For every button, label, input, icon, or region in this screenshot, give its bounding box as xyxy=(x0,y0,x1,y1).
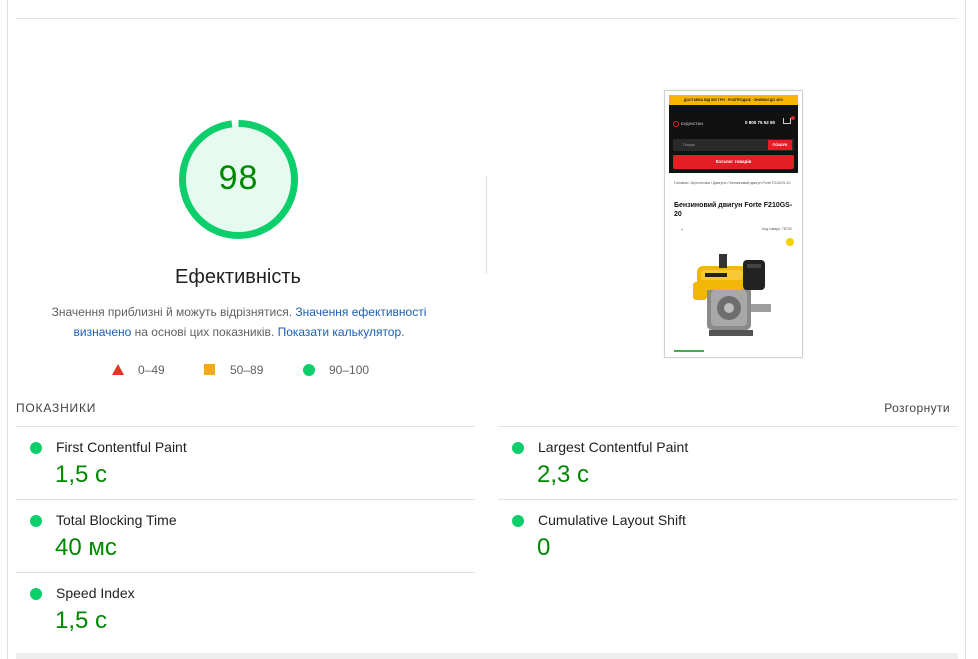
green-circle-icon xyxy=(512,442,524,454)
legend-label: 50–89 xyxy=(230,363,264,377)
score-description: Значення приблизні й можуть відрізнятися… xyxy=(40,302,438,342)
legend-label: 90–100 xyxy=(329,363,370,377)
product-title: Бензиновий двигун Forte F210GS-20 xyxy=(674,202,793,218)
description-text: Значення приблизні й можуть відрізнятися… xyxy=(51,305,296,319)
green-circle-icon xyxy=(512,515,524,527)
show-calculator-link[interactable]: Показати калькулятор xyxy=(278,325,402,339)
green-circle-icon xyxy=(30,588,42,600)
metric-speed-index: Speed Index 1,5 с xyxy=(16,572,475,645)
metric-value: 0 xyxy=(537,534,551,561)
metrics-heading: ПОКАЗНИКИ xyxy=(16,401,97,415)
metric-first-contentful-paint: First Contentful Paint 1,5 с xyxy=(16,426,475,499)
vertical-divider xyxy=(486,176,487,274)
green-circle-icon xyxy=(30,442,42,454)
page-screenshot-thumbnail[interactable]: ДОСТАВКА ВІД 500 ГРН · РОЗПРОДАЖ · ЗНИЖК… xyxy=(664,90,803,358)
metric-name: Cumulative Layout Shift xyxy=(538,512,686,528)
site-search-placeholder: Пошук xyxy=(683,142,696,147)
metric-name: Total Blocking Time xyxy=(56,512,177,528)
metric-value: 2,3 с xyxy=(537,461,590,488)
metric-name: Largest Contentful Paint xyxy=(538,439,689,455)
site-breadcrumbs: Головна / Агротехніка / Двигуни / Бензин… xyxy=(674,181,791,185)
metric-value: 1,5 с xyxy=(55,607,108,634)
engine-product-icon xyxy=(693,254,771,336)
logo-icon xyxy=(673,121,679,127)
expand-metrics-toggle[interactable]: Розгорнути xyxy=(870,401,950,415)
gauge-title: Ефективність xyxy=(175,266,301,288)
metric-cumulative-layout-shift: Cumulative Layout Shift 0 xyxy=(498,499,958,572)
performance-score: 98 xyxy=(218,159,259,197)
cart-icon xyxy=(783,118,791,124)
top-divider xyxy=(16,18,958,19)
description-text: на основі цих показників. xyxy=(131,325,278,339)
reviews-count: 0 xyxy=(681,228,683,232)
metric-value: 1,5 с xyxy=(55,461,108,488)
bottom-section-edge xyxy=(16,653,958,659)
description-text: . xyxy=(401,325,405,339)
site-search-button: ПОШУК xyxy=(768,140,792,150)
product-badge-icon xyxy=(786,238,794,246)
green-circle-icon xyxy=(30,515,42,527)
orange-square-icon xyxy=(204,364,215,375)
product-code: Код товару: 78726 xyxy=(762,227,792,231)
metric-value: 40 мс xyxy=(55,534,117,561)
green-circle-icon xyxy=(303,364,315,376)
site-logo: БУДІНСТАН xyxy=(681,121,704,126)
cart-badge xyxy=(791,116,795,120)
stock-indicator xyxy=(674,350,704,352)
red-triangle-icon xyxy=(112,364,124,375)
performance-gauge: 98 xyxy=(178,119,299,240)
metric-name: First Contentful Paint xyxy=(56,439,187,455)
catalog-button: Каталог товарів xyxy=(673,155,794,169)
phone-number: 0 800 75 52 50 xyxy=(745,120,776,125)
promo-bar: ДОСТАВКА ВІД 500 ГРН · РОЗПРОДАЖ · ЗНИЖК… xyxy=(669,95,798,105)
metric-total-blocking-time: Total Blocking Time 40 мс xyxy=(16,499,475,572)
metric-largest-contentful-paint: Largest Contentful Paint 2,3 с xyxy=(498,426,958,499)
legend-label: 0–49 xyxy=(138,363,165,377)
metric-name: Speed Index xyxy=(56,585,135,601)
